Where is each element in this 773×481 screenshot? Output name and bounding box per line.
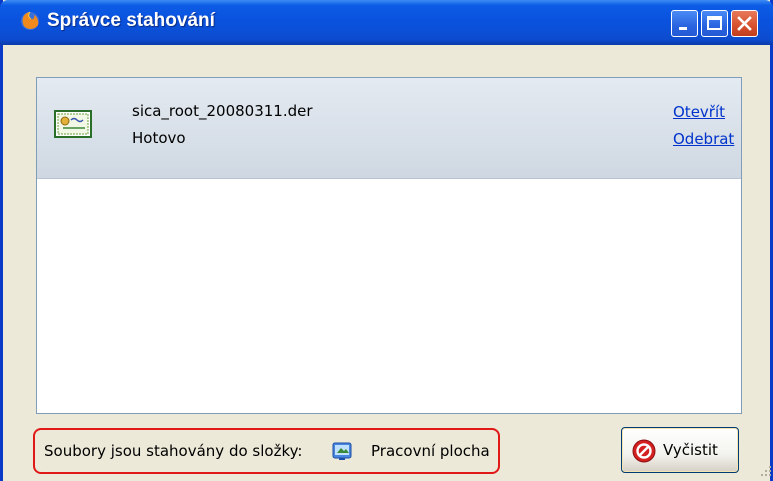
download-folder-name[interactable]: Pracovní plocha (371, 442, 490, 460)
maximize-icon (707, 16, 722, 30)
download-item[interactable]: sica_root_20080311.der Hotovo Otevřít Od… (37, 78, 741, 179)
download-folder-area: Soubory jsou stahovány do složky: Pracov… (33, 428, 500, 474)
window-title: Správce stahování (47, 10, 215, 31)
title-bar[interactable]: Správce stahování (0, 0, 773, 45)
close-button[interactable] (731, 10, 758, 37)
download-status: Hotovo (132, 129, 186, 147)
open-link[interactable]: Otevřít (673, 103, 725, 121)
firefox-icon (21, 11, 39, 30)
download-folder-label: Soubory jsou stahovány do složky: (44, 442, 303, 460)
minimize-button[interactable] (671, 10, 698, 37)
desktop-folder-icon[interactable] (331, 440, 353, 462)
minimize-icon (679, 27, 687, 30)
certificate-file-icon (54, 110, 92, 138)
clear-list-button[interactable]: Vyčistit (621, 427, 739, 473)
remove-link[interactable]: Odebrat (673, 130, 734, 148)
downloads-window: Správce stahování sica_root_20080311.der… (0, 0, 773, 481)
close-icon (737, 16, 752, 31)
file-name: sica_root_20080311.der (132, 102, 313, 120)
clear-button-label: Vyčistit (663, 441, 718, 459)
maximize-button[interactable] (701, 10, 728, 37)
resize-grip-icon[interactable] (759, 464, 773, 478)
no-entry-icon (632, 439, 656, 463)
download-list[interactable]: sica_root_20080311.der Hotovo Otevřít Od… (36, 77, 742, 414)
